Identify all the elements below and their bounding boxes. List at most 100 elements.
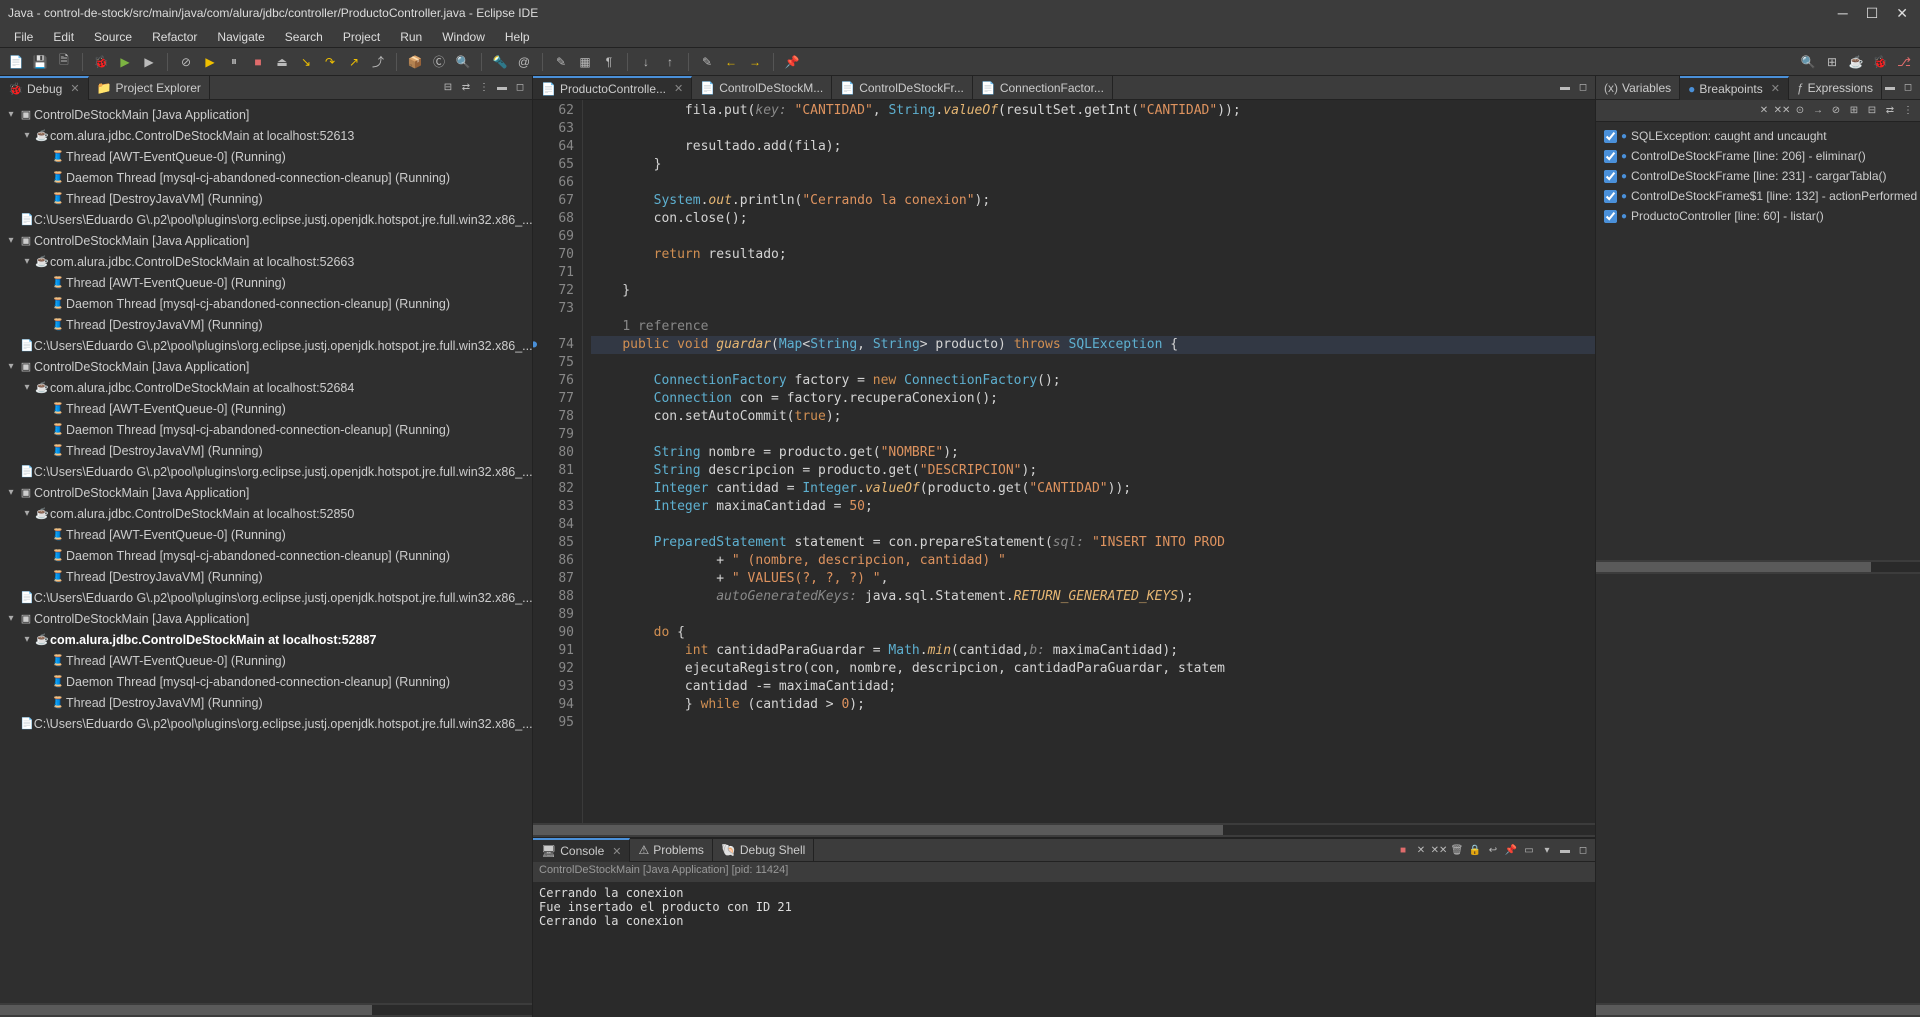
line-number[interactable]: 73 [533, 300, 574, 318]
show-supported-icon[interactable]: ⊙ [1792, 103, 1808, 119]
debug-tree-node[interactable]: 📄C:\Users\Eduardo G\.p2\pool\plugins\org… [0, 461, 532, 482]
code-line[interactable] [591, 120, 1595, 138]
code-line[interactable] [591, 264, 1595, 282]
java-perspective-icon[interactable]: ☕ [1846, 52, 1866, 72]
code-line[interactable] [591, 228, 1595, 246]
toggle-mark-icon[interactable]: ✎ [551, 52, 571, 72]
close-icon[interactable]: ✕ [1896, 5, 1908, 22]
remove-all-icon[interactable]: ✕✕ [1431, 842, 1447, 858]
twist-icon[interactable]: ▾ [4, 613, 18, 624]
pin-editor-icon[interactable]: 📌 [782, 52, 802, 72]
line-number[interactable]: 74 [533, 336, 574, 354]
close-icon[interactable]: ✕ [66, 82, 79, 95]
code-line[interactable] [591, 516, 1595, 534]
debug-tree-node[interactable]: 📄C:\Users\Eduardo G\.p2\pool\plugins\org… [0, 587, 532, 608]
debug-tree-node[interactable]: ▾▣ControlDeStockMain [Java Application] [0, 104, 532, 125]
run-icon[interactable]: ▶ [115, 52, 135, 72]
debug-tree-node[interactable]: 🧵Daemon Thread [mysql-cj-abandoned-conne… [0, 545, 532, 566]
line-number[interactable]: 80 [533, 444, 574, 462]
debug-tree-node[interactable]: 📄C:\Users\Eduardo G\.p2\pool\plugins\org… [0, 335, 532, 356]
editor-hscroll[interactable] [533, 823, 1595, 837]
line-number[interactable]: 71 [533, 264, 574, 282]
code-line[interactable]: ejecutaRegistro(con, nombre, descripcion… [591, 660, 1595, 678]
quick-access-icon[interactable]: 🔍 [1798, 52, 1818, 72]
debug-tree-node[interactable]: ▾▣ControlDeStockMain [Java Application] [0, 230, 532, 251]
line-number[interactable]: 76 [533, 372, 574, 390]
twist-icon[interactable]: ▾ [20, 382, 34, 393]
step-return-icon[interactable]: ↗ [344, 52, 364, 72]
debug-tree-node[interactable]: 🧵Daemon Thread [mysql-cj-abandoned-conne… [0, 167, 532, 188]
new-package-icon[interactable]: 📦 [405, 52, 425, 72]
code-line[interactable]: resultado.add(fila); [591, 138, 1595, 156]
code-line[interactable]: String descripcion = producto.get("DESCR… [591, 462, 1595, 480]
toggle-block-icon[interactable]: ▦ [575, 52, 595, 72]
editor-tab[interactable]: 📄ControlDeStockFr... [832, 76, 973, 100]
line-number[interactable]: 95 [533, 714, 574, 732]
code-line[interactable]: } while (cantidad > 0); [591, 696, 1595, 714]
breakpoint-item[interactable]: ●ControlDeStockFrame$1 [line: 132] - act… [1598, 186, 1918, 206]
tab-debug[interactable]: 🐞Debug✕ [0, 76, 89, 100]
debug-tree-node[interactable]: 🧵Thread [DestroyJavaVM] (Running) [0, 314, 532, 335]
debug-tree-node[interactable]: ▾▣ControlDeStockMain [Java Application] [0, 356, 532, 377]
breakpoint-checkbox[interactable] [1604, 170, 1617, 183]
right-minimize-icon[interactable]: ▬ [1882, 80, 1898, 96]
scroll-lock-icon[interactable]: 🔒 [1467, 842, 1483, 858]
link-editor-bp-icon[interactable]: ⇄ [1882, 103, 1898, 119]
search-icon[interactable]: 🔦 [490, 52, 510, 72]
debug-tree-node[interactable]: ▾☕com.alura.jdbc.ControlDeStockMain at l… [0, 503, 532, 524]
debug-tree-node[interactable]: ▾▣ControlDeStockMain [Java Application] [0, 608, 532, 629]
drop-to-frame-icon[interactable]: ⤴ [368, 52, 388, 72]
menu-search[interactable]: Search [275, 28, 333, 46]
twist-icon[interactable]: ▾ [20, 508, 34, 519]
pin-console-icon[interactable]: 📌 [1503, 842, 1519, 858]
tab-project-explorer[interactable]: 📁Project Explorer [89, 76, 210, 100]
line-number[interactable]: 68 [533, 210, 574, 228]
line-number[interactable]: 65 [533, 156, 574, 174]
line-number[interactable]: 93 [533, 678, 574, 696]
code-line[interactable]: ConnectionFactory factory = new Connecti… [591, 372, 1595, 390]
right-hscroll[interactable] [1596, 560, 1920, 574]
line-number[interactable]: 86 [533, 552, 574, 570]
line-number[interactable]: 64 [533, 138, 574, 156]
menu-source[interactable]: Source [84, 28, 142, 46]
debug-tree-node[interactable]: 🧵Thread [AWT-EventQueue-0] (Running) [0, 650, 532, 671]
editor-tab[interactable]: 📄ControlDeStockM... [692, 76, 832, 100]
tab-expressions[interactable]: ƒExpressions [1789, 76, 1882, 100]
word-wrap-icon[interactable]: ↩ [1485, 842, 1501, 858]
open-console-icon[interactable]: ▾ [1539, 842, 1555, 858]
code-line[interactable]: cantidad -= maximaCantidad; [591, 678, 1595, 696]
line-number[interactable]: 82 [533, 480, 574, 498]
console-output[interactable]: Cerrando la conexion Fue insertado el pr… [533, 882, 1595, 1017]
collapse-all-icon[interactable]: ⊟ [440, 80, 456, 96]
breakpoint-checkbox[interactable] [1604, 150, 1617, 163]
twist-icon[interactable]: ▾ [4, 487, 18, 498]
menu-refactor[interactable]: Refactor [142, 28, 207, 46]
debug-tree-node[interactable]: 🧵Thread [DestroyJavaVM] (Running) [0, 188, 532, 209]
line-number[interactable]: 87 [533, 570, 574, 588]
tab-variables[interactable]: (x)Variables [1596, 76, 1680, 100]
twist-icon[interactable]: ▾ [20, 130, 34, 141]
annotation-icon[interactable]: @ [514, 52, 534, 72]
debug-tree-node[interactable]: ▾☕com.alura.jdbc.ControlDeStockMain at l… [0, 125, 532, 146]
menu-run[interactable]: Run [390, 28, 432, 46]
editor-code[interactable]: fila.put(key: "CANTIDAD", String.valueOf… [583, 100, 1595, 734]
new-class-icon[interactable]: Ⓒ [429, 52, 449, 72]
code-line[interactable]: int cantidadParaGuardar = Math.min(canti… [591, 642, 1595, 660]
menu-file[interactable]: File [4, 28, 43, 46]
last-edit-icon[interactable]: ✎ [697, 52, 717, 72]
maximize-view-icon[interactable]: ◻ [512, 80, 528, 96]
line-number[interactable]: 83 [533, 498, 574, 516]
debug-tree-node[interactable]: 🧵Daemon Thread [mysql-cj-abandoned-conne… [0, 419, 532, 440]
line-number[interactable]: 89 [533, 606, 574, 624]
line-number[interactable]: 84 [533, 516, 574, 534]
code-line[interactable]: Integer maximaCantidad = 50; [591, 498, 1595, 516]
line-number[interactable]: 77 [533, 390, 574, 408]
code-line[interactable]: PreparedStatement statement = con.prepar… [591, 534, 1595, 552]
open-type-icon[interactable]: 🔍 [453, 52, 473, 72]
debug-tree-node[interactable]: 🧵Daemon Thread [mysql-cj-abandoned-conne… [0, 671, 532, 692]
breakpoint-checkbox[interactable] [1604, 130, 1617, 143]
code-line[interactable]: con.close(); [591, 210, 1595, 228]
menu-help[interactable]: Help [495, 28, 540, 46]
code-line[interactable] [591, 606, 1595, 624]
line-number[interactable]: 69 [533, 228, 574, 246]
